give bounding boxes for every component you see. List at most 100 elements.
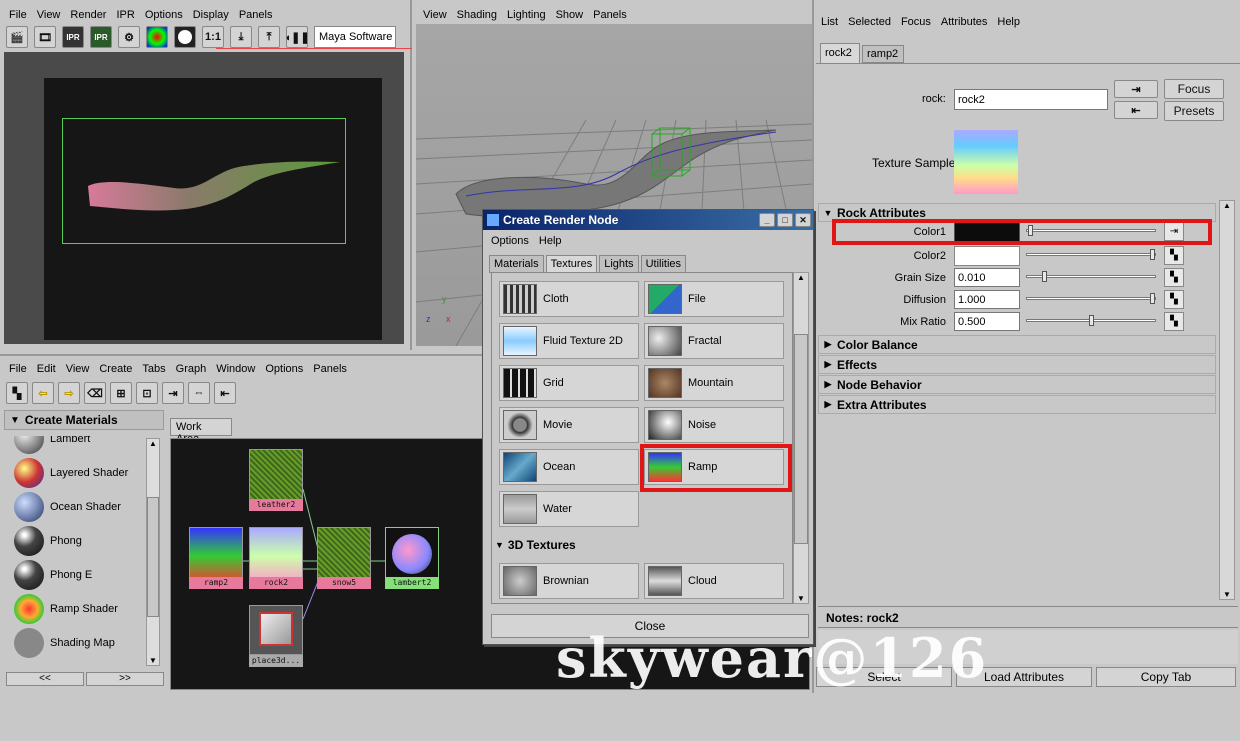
texture-fractal[interactable]: Fractal xyxy=(644,323,784,359)
dialog-title-bar[interactable]: Create Render Node _ □ ✕ xyxy=(483,210,813,230)
mix-ratio-field[interactable]: 0.500 xyxy=(954,312,1020,331)
scroll-down-icon[interactable]: ▼ xyxy=(1220,590,1234,599)
renderer-select[interactable]: Maya Software xyxy=(314,26,396,48)
menu-help[interactable]: Help xyxy=(534,235,567,247)
work-area-tab[interactable]: Work Area xyxy=(170,418,232,445)
texture-water[interactable]: Water xyxy=(499,491,639,527)
materials-scrollbar[interactable]: ▲ ▼ xyxy=(146,438,160,666)
menu-graph[interactable]: Graph xyxy=(171,363,212,375)
texture-noise[interactable]: Noise xyxy=(644,407,784,443)
menu-help[interactable]: Help xyxy=(992,16,1025,28)
grain-size-map-icon[interactable]: ▚ xyxy=(1164,268,1184,287)
menu-tabs[interactable]: Tabs xyxy=(137,363,170,375)
tab-lights[interactable]: Lights xyxy=(599,255,639,273)
keep-image-icon[interactable]: ⤓ xyxy=(230,26,252,48)
mix-ratio-map-icon[interactable]: ▚ xyxy=(1164,312,1184,331)
material-shading-map[interactable]: Shading Map xyxy=(8,626,148,660)
3d-textures-header[interactable]: ▼ 3D Textures xyxy=(491,536,791,554)
menu-lighting[interactable]: Lighting xyxy=(502,9,551,21)
ipr-refresh-icon[interactable]: IPR xyxy=(90,26,112,48)
menu-panels[interactable]: Panels xyxy=(234,9,278,21)
menu-render[interactable]: Render xyxy=(65,9,111,21)
pager-left-button[interactable]: << xyxy=(6,672,84,686)
render-region-icon[interactable]: 🎞 xyxy=(34,26,56,48)
menu-file[interactable]: File xyxy=(4,363,32,375)
menu-ipr[interactable]: IPR xyxy=(111,9,139,21)
remove-image-icon[interactable]: ⤒ xyxy=(258,26,280,48)
menu-shading[interactable]: Shading xyxy=(452,9,502,21)
presets-button[interactable]: Presets xyxy=(1164,101,1224,121)
diffusion-map-icon[interactable]: ▚ xyxy=(1164,290,1184,309)
scroll-up-icon[interactable]: ▲ xyxy=(794,273,808,282)
color2-map-icon[interactable]: ▚ xyxy=(1164,246,1184,265)
extra-attributes-section[interactable]: ▶ Extra Attributes xyxy=(818,395,1216,414)
display-alpha-icon[interactable] xyxy=(174,26,196,48)
attr-tab-ramp[interactable]: ramp2 xyxy=(862,45,904,63)
menu-show[interactable]: Show xyxy=(551,9,589,21)
diffusion-field[interactable]: 1.000 xyxy=(954,290,1020,309)
input-connections-icon[interactable]: ⇥ xyxy=(162,382,184,404)
menu-selected[interactable]: Selected xyxy=(843,16,896,28)
menu-create[interactable]: Create xyxy=(94,363,137,375)
output-connections-icon[interactable]: ⇤ xyxy=(214,382,236,404)
scroll-thumb[interactable] xyxy=(794,334,808,544)
scroll-down-icon[interactable]: ▼ xyxy=(794,594,808,603)
texture-grid[interactable]: Grid xyxy=(499,365,639,401)
pause-icon[interactable]: ◖❚❚ xyxy=(284,26,310,48)
menu-display[interactable]: Display xyxy=(188,9,234,21)
menu-panels[interactable]: Panels xyxy=(588,9,632,21)
scroll-up-icon[interactable]: ▲ xyxy=(147,439,159,451)
checker-icon[interactable]: ▚ xyxy=(6,382,28,404)
io-connections-icon[interactable]: ⇔ xyxy=(188,382,210,404)
notes-bar[interactable]: Notes: rock2 xyxy=(818,606,1238,628)
eraser-icon[interactable]: ⌫ xyxy=(84,382,106,404)
grain-size-field[interactable]: 0.010 xyxy=(954,268,1020,287)
material-phong[interactable]: Phong xyxy=(8,524,148,558)
display-rgb-icon[interactable] xyxy=(146,26,168,48)
menu-options[interactable]: Options xyxy=(486,235,534,247)
node-place3d-swatch[interactable] xyxy=(249,605,303,655)
texture-mountain[interactable]: Mountain xyxy=(644,365,784,401)
scroll-down-icon[interactable]: ▼ xyxy=(147,656,159,665)
menu-attributes[interactable]: Attributes xyxy=(936,16,992,28)
node-name-field[interactable]: rock2 xyxy=(954,89,1108,110)
material-layered-shader[interactable]: Layered Shader xyxy=(8,456,148,490)
pager-right-button[interactable]: >> xyxy=(86,672,164,686)
create-materials-header[interactable]: ▼ Create Materials xyxy=(4,410,164,430)
material-ocean-shader[interactable]: Ocean Shader xyxy=(8,490,148,524)
menu-options[interactable]: Options xyxy=(140,9,188,21)
menu-view[interactable]: View xyxy=(32,9,66,21)
minimize-icon[interactable]: _ xyxy=(759,213,775,227)
menu-options[interactable]: Options xyxy=(260,363,308,375)
arrow-right-icon[interactable]: ⇨ xyxy=(58,382,80,404)
ipr-render-icon[interactable]: IPR xyxy=(62,26,84,48)
maximize-icon[interactable]: □ xyxy=(777,213,793,227)
material-ramp-shader[interactable]: Ramp Shader xyxy=(8,592,148,626)
graph-network-icon[interactable]: ⊞ xyxy=(110,382,132,404)
effects-section[interactable]: ▶ Effects xyxy=(818,355,1216,374)
menu-view[interactable]: View xyxy=(418,9,452,21)
render-clapper-icon[interactable]: 🎬 xyxy=(6,26,28,48)
color2-swatch[interactable] xyxy=(954,246,1020,266)
menu-list[interactable]: List xyxy=(816,16,843,28)
texture-fluid-2d[interactable]: Fluid Texture 2D xyxy=(499,323,639,359)
color2-slider-knob[interactable] xyxy=(1150,249,1155,260)
diffusion-slider[interactable] xyxy=(1026,297,1156,300)
menu-focus[interactable]: Focus xyxy=(896,16,936,28)
mix-ratio-slider-knob[interactable] xyxy=(1089,315,1094,326)
real-size-button[interactable]: 1:1 xyxy=(202,26,224,48)
tab-textures[interactable]: Textures xyxy=(545,255,598,273)
grain-size-slider-knob[interactable] xyxy=(1042,271,1047,282)
scroll-thumb[interactable] xyxy=(147,497,159,617)
material-phong-e[interactable]: Phong E xyxy=(8,558,148,592)
menu-window[interactable]: Window xyxy=(211,363,260,375)
arrow-left-icon[interactable]: ⇦ xyxy=(32,382,54,404)
texture-movie[interactable]: Movie xyxy=(499,407,639,443)
menu-panels[interactable]: Panels xyxy=(308,363,352,375)
color2-slider[interactable] xyxy=(1026,253,1156,256)
texture-brownian[interactable]: Brownian xyxy=(499,563,639,599)
output-connection-icon[interactable]: ⇤ xyxy=(1114,101,1158,119)
scroll-up-icon[interactable]: ▲ xyxy=(1220,201,1234,210)
menu-edit[interactable]: Edit xyxy=(32,363,61,375)
texture-cloud[interactable]: Cloud xyxy=(644,563,784,599)
